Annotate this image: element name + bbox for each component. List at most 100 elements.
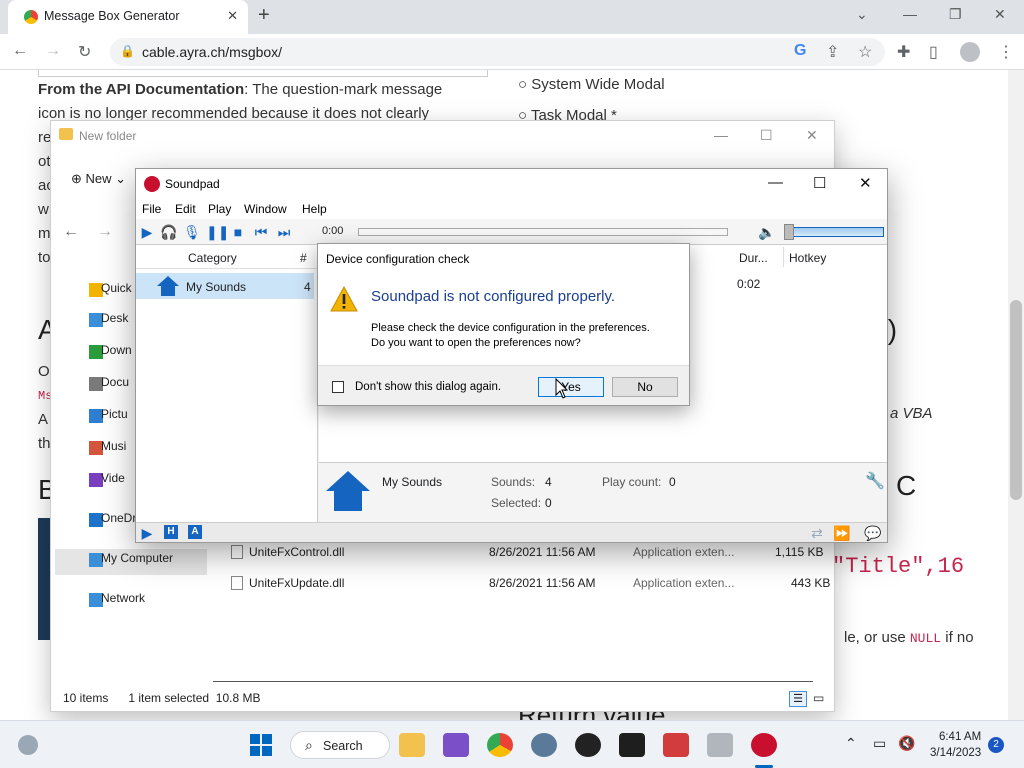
nav-item[interactable]: Quick <box>101 281 132 295</box>
radio-system-wide-modal[interactable]: ○ System Wide Modal <box>518 73 665 97</box>
soundpad-taskbar-icon[interactable] <box>751 733 777 757</box>
image-viewer-icon[interactable] <box>707 733 733 757</box>
repeat-icon[interactable]: ⇄ <box>808 524 826 542</box>
horizontal-scrollbar[interactable] <box>213 681 813 682</box>
warning-icon <box>330 286 358 312</box>
app-icon[interactable] <box>663 733 689 757</box>
google-icon[interactable]: G <box>794 42 806 60</box>
widgets-icon[interactable] <box>18 735 38 755</box>
menu-file[interactable]: File <box>142 202 161 216</box>
volume-slider[interactable] <box>784 227 884 237</box>
tray-chevron-icon[interactable]: ⌃ <box>845 735 857 752</box>
obs-icon[interactable] <box>575 733 601 757</box>
start-icon[interactable] <box>250 734 272 756</box>
menu-help[interactable]: Help <box>302 202 327 216</box>
nav-item[interactable]: Down <box>101 343 132 357</box>
explorer-maximize-icon[interactable]: ☐ <box>760 127 773 144</box>
yes-button[interactable]: Yes <box>538 377 604 397</box>
device-config-dialog: Device configuration check Soundpad is n… <box>317 243 690 406</box>
next-icon[interactable]: ⏭ <box>275 223 293 241</box>
col-hash[interactable]: # <box>300 251 307 265</box>
terminal-icon[interactable] <box>619 733 645 757</box>
nav-item[interactable]: Desk <box>101 311 128 325</box>
no-button[interactable]: No <box>612 377 678 397</box>
doc-rest: : The question-mark message <box>244 81 443 98</box>
forward-icon[interactable]: → <box>45 42 61 60</box>
tab-search-chevron-icon[interactable]: ⌄ <box>856 6 868 23</box>
back-icon[interactable]: ← <box>12 42 28 60</box>
a-icon[interactable]: A <box>188 525 202 539</box>
dont-show-checkbox[interactable] <box>332 381 344 393</box>
forward-skip-icon[interactable]: ⏩ <box>833 524 851 542</box>
share-icon[interactable]: ⇪ <box>826 42 839 62</box>
profile-avatar[interactable] <box>960 42 980 62</box>
page-scroll-thumb[interactable] <box>1010 300 1022 500</box>
play-small-icon[interactable]: ▶ <box>138 524 156 542</box>
menu-kebab-icon[interactable]: ⋮ <box>998 42 1014 62</box>
nav-item[interactable]: My Computer <box>101 551 173 565</box>
settings-gear-icon[interactable] <box>531 733 557 757</box>
nav-item[interactable]: Pictu <box>101 407 128 421</box>
col-category[interactable]: Category <box>188 251 237 265</box>
playback-progress-bar[interactable] <box>358 228 728 236</box>
nav-item[interactable]: Musi <box>101 439 126 453</box>
explorer-close-icon[interactable]: ✕ <box>806 127 818 144</box>
chat-icon[interactable]: 💬 <box>864 524 882 542</box>
file-explorer-taskbar-icon[interactable] <box>399 733 425 757</box>
side-panel-icon[interactable]: ▯ <box>929 42 938 62</box>
pause-icon[interactable]: ❚❚ <box>206 223 229 241</box>
explorer-back-icon[interactable]: ← <box>63 223 79 241</box>
details-view-icon[interactable]: ☰ <box>789 691 807 707</box>
stop-icon[interactable]: ■ <box>229 223 247 241</box>
extensions-icon[interactable]: ✚ <box>897 42 910 62</box>
restore-icon[interactable]: ❐ <box>949 6 962 23</box>
col-duration[interactable]: Dur... <box>739 251 768 265</box>
h-icon[interactable]: H <box>164 525 178 539</box>
menu-window[interactable]: Window <box>244 202 287 216</box>
wrench-icon[interactable]: 🔧 <box>865 471 885 491</box>
section-heading-c: C <box>896 470 917 501</box>
close-window-icon[interactable]: ✕ <box>994 6 1006 23</box>
play-icon[interactable]: ▶ <box>138 223 156 241</box>
explorer-minimize-icon[interactable]: — <box>714 127 728 143</box>
display-icon[interactable]: ▭ <box>873 735 886 752</box>
volume-slider-thumb[interactable] <box>784 224 794 240</box>
category-my-sounds[interactable]: My Sounds 4 <box>136 273 314 299</box>
soundpad-maximize-icon[interactable]: ☐ <box>813 174 826 192</box>
file-row[interactable]: UniteFxControl.dll 8/26/2021 11:56 AM Ap… <box>231 541 831 565</box>
bookmark-star-icon[interactable]: ☆ <box>858 42 872 62</box>
previous-icon[interactable]: ⏮ <box>252 223 270 241</box>
playcount-label: Play count: <box>602 475 662 489</box>
reload-icon[interactable]: ↻ <box>78 42 91 62</box>
nav-item[interactable]: Vide <box>101 471 125 485</box>
menu-play[interactable]: Play <box>208 202 231 216</box>
col-hotkey[interactable]: Hotkey <box>783 251 826 265</box>
nav-item[interactable]: Docu <box>101 375 129 389</box>
nav-item[interactable]: Network <box>101 591 145 605</box>
explorer-forward-icon[interactable]: → <box>97 223 113 241</box>
new-button[interactable]: ⊕ New ⌄ <box>71 171 126 187</box>
taskbar-search[interactable]: ⌕ Search <box>290 731 390 759</box>
soundpad-close-icon[interactable]: ✕ <box>859 174 872 192</box>
tiles-view-icon[interactable]: ▭ <box>813 691 824 705</box>
chrome-icon[interactable] <box>487 733 513 757</box>
notification-badge[interactable]: 2 <box>988 737 1004 753</box>
address-bar[interactable]: 🔒 cable.ayra.ch/msgbox/ <box>110 38 885 66</box>
nav-item[interactable]: OneDr <box>101 511 136 525</box>
microphone-icon[interactable]: 🎙 <box>183 223 201 241</box>
file-type: Application exten... <box>633 576 735 590</box>
dont-show-label[interactable]: Don't show this dialog again. <box>355 381 501 393</box>
lock-icon[interactable]: 🔒 <box>120 44 135 58</box>
soundpad-minimize-icon[interactable]: — <box>768 174 783 191</box>
headphones-icon[interactable]: 🎧 <box>160 223 178 241</box>
menu-edit[interactable]: Edit <box>175 202 196 216</box>
volume-icon[interactable]: 🔈 <box>758 223 776 241</box>
new-tab-icon[interactable]: + <box>258 4 270 27</box>
volume-muted-icon[interactable]: 🔇 <box>898 735 915 752</box>
browser-tab[interactable]: Message Box Generator ✕ <box>8 0 248 34</box>
taskbar-clock[interactable]: 6:41 AM 3/14/2023 <box>930 729 981 761</box>
file-row[interactable]: UniteFxUpdate.dll 8/26/2021 11:56 AM App… <box>231 572 831 596</box>
visual-studio-icon[interactable] <box>443 733 469 757</box>
minimize-icon[interactable]: — <box>903 6 917 22</box>
close-tab-icon[interactable]: ✕ <box>227 8 238 24</box>
